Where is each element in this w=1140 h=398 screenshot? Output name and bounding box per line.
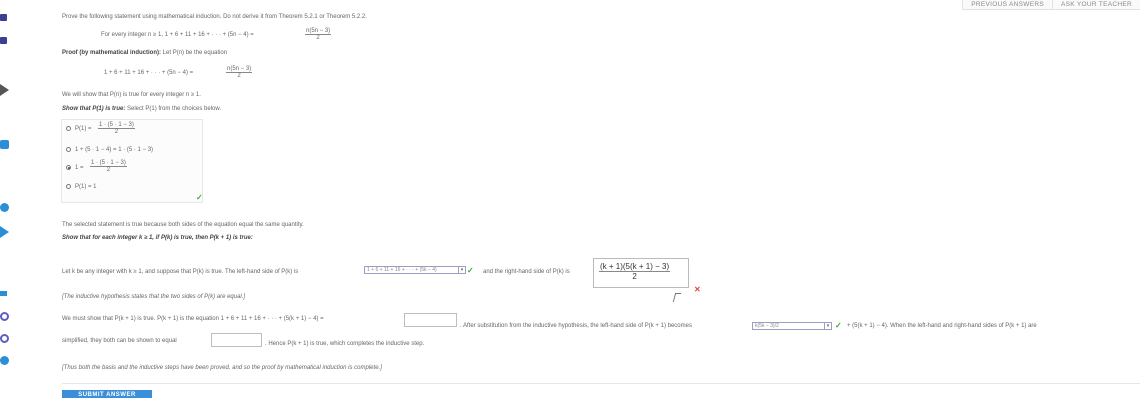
statement-denominator: 2 [316, 35, 320, 41]
proof-heading-bold: Proof (by mathematical induction): [62, 50, 162, 56]
submit-answer-button[interactable]: SUBMIT ANSWER [62, 390, 152, 398]
inductive-line2-c: + (5(k + 1) − 4). When the left-hand and… [847, 323, 1037, 329]
rhs-fraction: (k + 1)(5(k + 1) − 3) 2 [599, 262, 671, 281]
rhs-answer-field[interactable]: (k + 1)(5(k + 1) − 3) 2 [593, 258, 689, 288]
choice-2-radio[interactable] [66, 147, 71, 152]
choice-1-numerator: 1 · (5 · 1 − 3) [98, 122, 135, 129]
rail-bookmark-icon[interactable] [0, 14, 7, 21]
choice-3-label[interactable]: 1 = [75, 165, 84, 171]
choice-1-fraction: 1 · (5 · 1 − 3) 2 [98, 122, 135, 135]
proof-heading: Proof (by mathematical induction): Let P… [62, 50, 227, 56]
inductive-line3-a: simplified, they both can be shown to eq… [62, 338, 177, 344]
show-p1-heading: Show that P(1) is true: Select P(1) from… [62, 106, 221, 112]
equation-denominator: 2 [237, 73, 241, 79]
inductive-line2-a: We must show that P(k + 1) is true. P(k … [62, 316, 324, 322]
choice-3-fraction: 1 · (5 · 1 − 3) 2 [90, 160, 127, 173]
choice-1-denominator: 2 [114, 129, 119, 135]
p1-check-icon: ✓ [196, 193, 203, 202]
we-will-show-text: We will show that P(n) is true for every… [62, 92, 201, 98]
choice-3-numerator: 1 · (5 · 1 − 3) [90, 160, 127, 167]
rail-settings-icon[interactable] [0, 356, 9, 365]
rhs-denominator: 2 [632, 272, 637, 281]
inductive-line2-b: . After substitution from the inductive … [460, 323, 692, 329]
pk1-rhs-input[interactable] [404, 313, 457, 327]
show-p1-rest: Select P(1) from the choices below. [125, 106, 222, 112]
statement-prefix: For every integer n ≥ 1, 1 + 6 + 11 + 16… [101, 32, 254, 38]
choice-4-label[interactable]: P(1) = 1 [75, 184, 97, 190]
conclusion-text: [Thus both the basis and the inductive s… [62, 365, 382, 371]
left-toolbar [0, 0, 14, 398]
inductive-line1-a: Let k be any integer with k ≥ 1, and sup… [62, 269, 299, 275]
choice-1-label[interactable]: P(1) = [75, 126, 92, 132]
mouse-cursor-icon [672, 293, 682, 302]
rhs-numerator: (k + 1)(5(k + 1) − 3) [599, 262, 671, 272]
rail-notes-icon[interactable] [0, 37, 7, 44]
substitution-select-value: k(5k − 3)/2 [755, 323, 779, 329]
choice-3-radio[interactable] [66, 165, 71, 170]
lhs-check-icon: ✓ [467, 266, 474, 275]
header-actions: PREVIOUS ANSWERS ASK YOUR TEACHER [962, 0, 1140, 10]
substitution-check-icon: ✓ [835, 321, 842, 330]
inductive-heading: Show that for each integer k ≥ 1, if P(k… [62, 235, 253, 241]
lhs-select-value: 1 + 6 + 11 + 16 + · · · + (5k − 4) [367, 267, 437, 273]
show-p1-bold: Show that P(1) is true: [62, 106, 126, 112]
rhs-incorrect-icon: ✕ [694, 285, 701, 294]
p1-choices: P(1) = 1 · (5 · 1 − 3) 2 1 + (5 · 1 − 4)… [61, 119, 203, 203]
inductive-line1-b: and the right-hand side of P(k) is [483, 269, 570, 275]
choice-3-denominator: 2 [106, 167, 111, 173]
previous-answers-button[interactable]: PREVIOUS ANSWERS [962, 0, 1052, 10]
rail-link-icon[interactable] [0, 334, 9, 343]
choice-1-radio[interactable] [66, 126, 71, 131]
ask-teacher-button[interactable]: ASK YOUR TEACHER [1051, 0, 1140, 10]
equation-fraction: n(5n − 3) 2 [226, 66, 253, 79]
rail-pointer-icon[interactable] [0, 84, 9, 96]
choice-4-radio[interactable] [66, 184, 71, 189]
rail-help-icon[interactable] [0, 312, 9, 321]
rail-play-icon[interactable] [0, 226, 9, 238]
hypothesis-note: [The inductive hypothesis states that th… [62, 294, 246, 300]
statement-fraction: n(5n − 3) 2 [305, 28, 332, 41]
choice-2-label[interactable]: 1 + (5 · 1 − 4) = 1 · (5 · 1 − 3) [75, 147, 153, 153]
selected-true-text: The selected statement is true because b… [62, 222, 304, 228]
proof-heading-rest: Let P(n) be the equation [161, 50, 228, 56]
substitution-chevron-down-icon: ▾ [824, 323, 831, 329]
rail-menu-icon[interactable] [0, 291, 7, 296]
rail-ebook-icon[interactable] [0, 140, 9, 149]
simplified-value-input[interactable] [211, 333, 262, 347]
lhs-chevron-down-icon: ▾ [458, 267, 465, 273]
instruction-text: Prove the following statement using math… [62, 14, 367, 20]
substitution-select[interactable]: k(5k − 3)/2 ▾ [752, 322, 832, 330]
divider [62, 383, 1140, 384]
rail-info-icon[interactable] [0, 203, 9, 212]
equation-prefix: 1 + 6 + 11 + 16 + · · · + (5n − 4) = [104, 70, 194, 76]
statement-numerator: n(5n − 3) [305, 28, 332, 35]
equation-numerator: n(5n − 3) [226, 66, 253, 73]
lhs-select[interactable]: 1 + 6 + 11 + 16 + · · · + (5k − 4) ▾ [364, 266, 466, 274]
inductive-line3-b: . Hence P(k + 1) is true, which complete… [265, 341, 425, 347]
